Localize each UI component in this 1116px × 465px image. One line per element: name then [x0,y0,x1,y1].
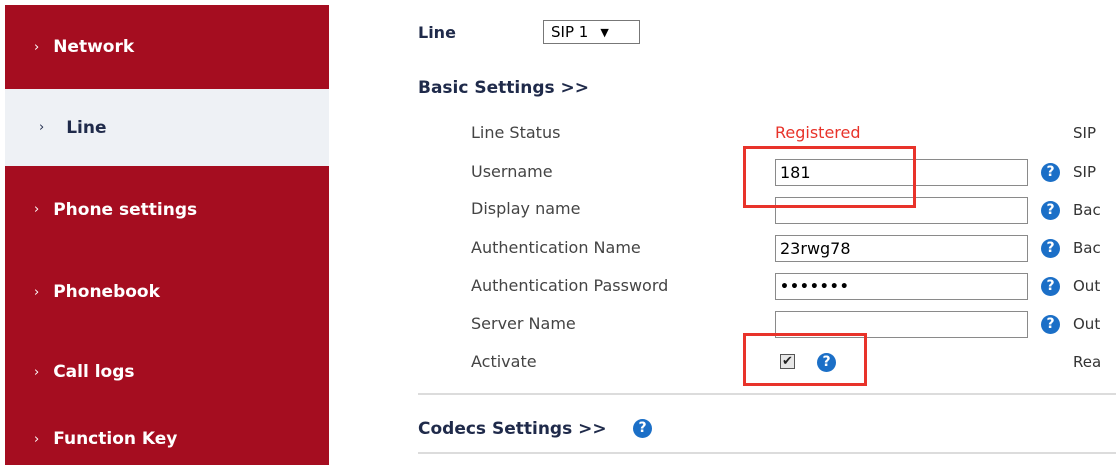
sidebar-item-label: Network [53,37,135,57]
authentication-name-field[interactable]: 23rwg78 [775,235,1028,262]
codecs-settings-header[interactable]: Codecs Settings >> [418,419,607,439]
sidebar-item-line[interactable]: › Line [5,89,329,166]
display-name-label: Display name [471,199,581,218]
main-content: Line SIP 1 ▼ Basic Settings >> Line Stat… [330,0,1116,465]
help-icon[interactable]: ? [1041,315,1060,334]
sidebar-item-phone-settings[interactable]: › Phone settings [5,166,329,253]
chevron-right-icon: › [34,284,40,300]
sidebar-item-label: Phonebook [53,282,160,302]
line-select[interactable]: SIP 1 ▼ [543,20,640,44]
help-icon[interactable]: ? [633,419,652,438]
line-label: Line [418,23,456,42]
sidebar-item-function-key[interactable]: › Function Key [5,413,329,465]
sidebar: › Network › Line › Phone settings › Phon… [0,0,330,465]
right-column-label: SIP [1073,163,1096,181]
chevron-right-icon: › [34,431,40,447]
activate-label: Activate [471,352,537,371]
right-column-label: Bac [1073,201,1101,219]
sidebar-item-label: Call logs [53,362,135,382]
sidebar-item-label: Function Key [53,429,178,449]
server-name-label: Server Name [471,314,576,333]
basic-settings-header[interactable]: Basic Settings >> [418,78,589,98]
help-icon[interactable]: ? [1041,277,1060,296]
authentication-password-label: Authentication Password [471,276,669,295]
authentication-password-field[interactable]: ••••••• [775,273,1028,300]
authentication-name-label: Authentication Name [471,238,641,257]
highlight-box [743,333,867,386]
help-icon[interactable]: ? [1041,163,1060,182]
right-column-label: SIP [1073,124,1096,142]
line-status-label: Line Status [471,123,561,142]
chevron-right-icon: › [34,202,40,217]
chevron-right-icon: › [34,364,40,380]
help-icon[interactable]: ? [1041,239,1060,258]
sidebar-item-label: Phone settings [53,199,198,220]
sidebar-item-call-logs[interactable]: › Call logs [5,331,329,413]
right-column-label: Rea [1073,353,1102,371]
sidebar-item-network[interactable]: › Network [5,5,329,89]
dropdown-arrow-icon: ▼ [600,25,609,39]
highlight-box [743,146,916,208]
sidebar-item-label: Line [66,117,107,138]
sidebar-item-phonebook[interactable]: › Phonebook [5,253,329,331]
line-select-value: SIP 1 [551,23,589,41]
right-column-label: Out [1073,277,1101,295]
help-icon[interactable]: ? [1041,201,1060,220]
right-column-label: Out [1073,315,1101,333]
divider [418,393,1116,395]
right-column-label: Bac [1073,239,1101,257]
username-label: Username [471,162,553,181]
chevron-right-icon: › [39,120,45,135]
line-status-value: Registered [775,123,861,142]
divider [418,452,1116,454]
chevron-right-icon: › [34,39,40,55]
